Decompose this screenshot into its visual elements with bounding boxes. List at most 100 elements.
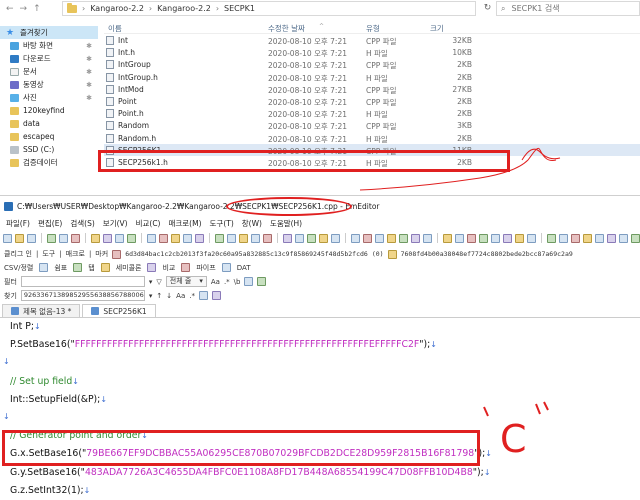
toolbar-button-icon[interactable] bbox=[363, 233, 372, 243]
toolbar-button-icon[interactable] bbox=[159, 233, 168, 243]
column-header-date[interactable]: 수정한 날짜 bbox=[268, 23, 305, 34]
file-row[interactable]: Point.h 2020-08-10 오후 7:21 H 파일 2KB bbox=[104, 107, 640, 119]
toolbar-button-icon[interactable] bbox=[227, 233, 236, 243]
sidebar-item[interactable]: 다운로드 ✱ bbox=[0, 52, 98, 65]
csv-mode-button[interactable]: 비교 bbox=[162, 263, 175, 273]
toolbar-button-icon[interactable] bbox=[103, 233, 112, 243]
toolbar-button-icon[interactable] bbox=[423, 233, 432, 243]
sidebar-item[interactable]: 120keyfind bbox=[0, 104, 98, 117]
macro-label[interactable]: 매크로 bbox=[66, 249, 85, 259]
find-prev-icon[interactable]: ↑ bbox=[156, 292, 162, 300]
menu-item[interactable]: 비교(C) bbox=[136, 218, 161, 229]
toolbar-button-icon[interactable] bbox=[527, 233, 536, 243]
up-icon[interactable]: ↑ bbox=[33, 4, 41, 14]
clip-label[interactable]: 클리그 인 bbox=[4, 249, 32, 259]
toolbar-button-icon[interactable] bbox=[183, 233, 192, 243]
file-row[interactable]: Int.h 2020-08-10 오후 7:21 H 파일 10KB bbox=[104, 46, 640, 58]
toolbar-button-icon[interactable] bbox=[263, 233, 272, 243]
toolbar-button-icon[interactable] bbox=[147, 233, 156, 243]
file-row[interactable]: Random 2020-08-10 오후 7:21 CPP 파일 3KB bbox=[104, 119, 640, 131]
refresh-icon[interactable]: ↻ bbox=[480, 1, 495, 16]
toolbar-button-icon[interactable] bbox=[195, 233, 204, 243]
regex-icon[interactable]: .* bbox=[224, 278, 230, 286]
toolbar-button-icon[interactable] bbox=[631, 233, 640, 243]
toolbar-button-icon[interactable] bbox=[27, 233, 36, 243]
breadcrumb-item[interactable]: SECPK1 bbox=[224, 4, 255, 13]
csv-label[interactable]: CSV/정렬 bbox=[4, 263, 33, 273]
toolbar-button-icon[interactable] bbox=[59, 233, 68, 243]
menu-item[interactable]: 매크로(M) bbox=[168, 218, 201, 229]
word-icon[interactable]: \b bbox=[234, 278, 241, 286]
toolbar-button-icon[interactable] bbox=[15, 233, 24, 243]
toolbar-button-icon[interactable] bbox=[411, 233, 420, 243]
toolbar-button-icon[interactable] bbox=[239, 233, 248, 243]
toolbar-button-icon[interactable] bbox=[479, 233, 488, 243]
find-options-icon[interactable] bbox=[211, 291, 221, 300]
marker-value-2[interactable]: 7608fd4b00a38048ef7724c8802bede2bcc87a69… bbox=[401, 250, 573, 258]
find-next-icon[interactable]: ↓ bbox=[166, 292, 172, 300]
toolbar-button-icon[interactable] bbox=[583, 233, 592, 243]
sidebar-item[interactable]: 검증데이터 bbox=[0, 156, 98, 169]
toolbar-button-icon[interactable] bbox=[387, 233, 396, 243]
marker-label[interactable]: 마커 bbox=[95, 249, 108, 259]
chevron-down-icon[interactable]: ▾ bbox=[149, 292, 153, 300]
breadcrumb-item[interactable]: Kangaroo-2.2 bbox=[90, 4, 144, 13]
match-case-icon[interactable]: Aa bbox=[211, 278, 220, 286]
forward-icon[interactable]: → bbox=[20, 4, 28, 14]
toolbar-button-icon[interactable] bbox=[319, 233, 328, 243]
csv-mode-button[interactable]: 파이프 bbox=[196, 263, 215, 273]
csv-mode-button[interactable]: 세미콜론 bbox=[116, 263, 142, 273]
code-editor[interactable]: Int P;↓ P.SetBase16("FFFFFFFFFFFFFFFFFFFF… bbox=[0, 319, 640, 500]
sidebar-item[interactable]: ★ 즐겨찾기 bbox=[0, 26, 98, 39]
pin-icon[interactable]: ✱ bbox=[86, 55, 92, 63]
toolbar-button-icon[interactable] bbox=[71, 233, 80, 243]
pin-icon[interactable]: ✱ bbox=[86, 81, 92, 89]
csv-mode-button[interactable]: 탭 bbox=[88, 263, 94, 273]
csv-mode-button[interactable]: 쉼표 bbox=[54, 263, 67, 273]
sidebar-item[interactable]: 문서 ✱ bbox=[0, 65, 98, 78]
pin-icon[interactable]: ✱ bbox=[86, 94, 92, 102]
toolbar-button-icon[interactable] bbox=[331, 233, 340, 243]
menu-item[interactable]: 보기(V) bbox=[103, 218, 128, 229]
match-case-icon[interactable]: Aa bbox=[176, 292, 185, 300]
toolbar-button-icon[interactable] bbox=[491, 233, 500, 243]
column-header-size[interactable]: 크기 bbox=[430, 23, 444, 34]
file-row[interactable]: Point 2020-08-10 오후 7:21 CPP 파일 2KB bbox=[104, 95, 640, 107]
filter-scope-select[interactable]: 전체 줄 ▾ bbox=[165, 276, 207, 287]
column-header-type[interactable]: 유형 bbox=[366, 23, 380, 34]
toolbar-button-icon[interactable] bbox=[503, 233, 512, 243]
toolbar-button-icon[interactable] bbox=[91, 233, 100, 243]
menu-item[interactable]: 도구(T) bbox=[210, 218, 234, 229]
pin-icon[interactable]: ✱ bbox=[86, 42, 92, 50]
menu-item[interactable]: 검색(S) bbox=[70, 218, 94, 229]
address-bar[interactable]: › Kangaroo-2.2 › Kangaroo-2.2 › SECPK1 bbox=[62, 1, 476, 16]
toolbar-button-icon[interactable] bbox=[375, 233, 384, 243]
sidebar-item[interactable]: SSD (C:) bbox=[0, 143, 98, 156]
menu-item[interactable]: 도움말(H) bbox=[270, 218, 302, 229]
toolbar-button-icon[interactable] bbox=[307, 233, 316, 243]
toolbar-button-icon[interactable] bbox=[3, 233, 12, 243]
column-header-name[interactable]: 이름 bbox=[108, 23, 122, 34]
tab-secp256k1[interactable]: SECP256K1 bbox=[82, 304, 156, 317]
search-box[interactable]: ⌕ bbox=[496, 1, 640, 16]
file-row[interactable]: IntGroup.h 2020-08-10 오후 7:21 H 파일 2KB bbox=[104, 71, 640, 83]
sidebar-item[interactable]: 사진 ✱ bbox=[0, 91, 98, 104]
toolbar-button-icon[interactable] bbox=[171, 233, 180, 243]
menu-item[interactable]: 편집(E) bbox=[38, 218, 62, 229]
back-icon[interactable]: ← bbox=[6, 4, 14, 14]
toolbar-button-icon[interactable] bbox=[547, 233, 556, 243]
sidebar-item[interactable]: 바탕 화면 ✱ bbox=[0, 39, 98, 52]
marker-value[interactable]: 6d3d84bac1c2cb2013f3fa20c60a95a832885c13… bbox=[125, 250, 368, 258]
toolbar-button-icon[interactable] bbox=[571, 233, 580, 243]
filter-options-icon[interactable] bbox=[257, 277, 267, 286]
tools-label[interactable]: 도구 bbox=[42, 249, 55, 259]
tab-untitled-13[interactable]: 제목 없음-13 * bbox=[2, 304, 81, 317]
file-row[interactable]: IntGroup 2020-08-10 오후 7:21 CPP 파일 2KB bbox=[104, 58, 640, 70]
menu-item[interactable]: 파일(F) bbox=[6, 218, 30, 229]
toolbar-button-icon[interactable] bbox=[251, 233, 260, 243]
toolbar-button-icon[interactable] bbox=[515, 233, 524, 243]
find-options-icon[interactable] bbox=[198, 291, 208, 300]
breadcrumb-item[interactable]: Kangaroo-2.2 bbox=[157, 4, 211, 13]
menu-item[interactable]: 창(W) bbox=[242, 218, 262, 229]
sidebar-item[interactable]: escapeq bbox=[0, 130, 98, 143]
